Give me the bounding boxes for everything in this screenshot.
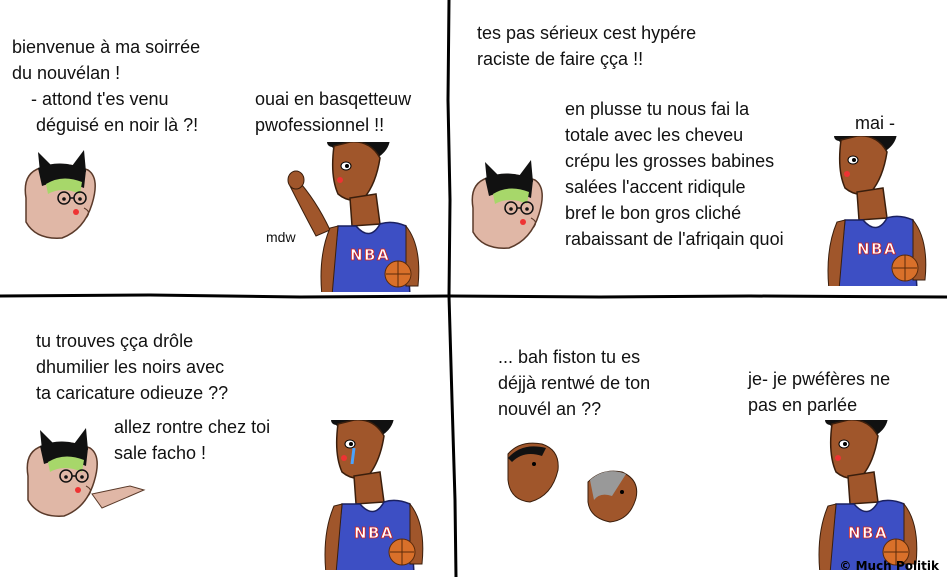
father-character bbox=[507, 442, 559, 503]
cat-speech-line-1: tes pas sérieux cest hypére bbox=[477, 23, 697, 43]
cat-speech-line-6: salées l'accent ridiqule bbox=[565, 177, 746, 197]
cat-speech-line-2: dhumilier les noirs avec bbox=[36, 357, 225, 377]
comic-panel-3: tu trouves çça drôle dhumilier les noirs… bbox=[0, 300, 453, 577]
guy-speech-line-1: ouai en basqetteuw bbox=[255, 89, 412, 109]
comic-panel-2: tes pas sérieux cest hypére raciste de f… bbox=[451, 0, 947, 294]
cat-speech-line-3: ta caricature odieuze ?? bbox=[36, 383, 229, 403]
parent-speech-line-3: nouvél an ?? bbox=[498, 399, 602, 419]
comic-panel-4: ... bah fiston tu es déjjà rentwé de ton… bbox=[458, 300, 947, 577]
basketball-guy-character bbox=[827, 136, 927, 286]
parent-speech-line-2: déjjà rentwé de ton bbox=[498, 373, 651, 393]
cat-speech-line-4: totale avec les cheveu bbox=[565, 125, 744, 145]
cat-speech-line-2: raciste de faire çça !! bbox=[477, 49, 644, 69]
author-credit: © Much Politik bbox=[839, 559, 939, 573]
cat-pointing-character bbox=[26, 428, 146, 517]
cat-speech-line-8: rabaissant de l'afriqain quoi bbox=[565, 229, 784, 249]
cat-character bbox=[471, 160, 543, 249]
guy-speech-line-1: je- je pwéfères ne bbox=[748, 369, 891, 389]
cat-speech-line-4: déguisé en noir là ?! bbox=[36, 115, 199, 135]
cat-speech-line-7: bref le bon gros cliché bbox=[565, 203, 742, 223]
cat-speech-line-1: tu trouves çça drôle bbox=[36, 331, 194, 351]
cat-speech-line-5: crépu les grosses babines bbox=[565, 151, 775, 171]
basketball-guy-crying-character bbox=[324, 420, 424, 570]
mother-character bbox=[587, 470, 638, 523]
guy-speech-line-2: pas en parlée bbox=[748, 395, 858, 415]
cat-character bbox=[24, 150, 96, 239]
basketball-guy-character bbox=[320, 142, 420, 292]
cat-speech-line-3: en plusse tu nous fai la bbox=[565, 99, 750, 119]
guy-speech-line: mai - bbox=[855, 113, 895, 133]
cat-speech-line-3: - attond t'es venu bbox=[26, 89, 169, 109]
comic-panel-1: bienvenue à ma soirrée du nouvélan ! - a… bbox=[0, 0, 447, 294]
cat-speech-line-1: bienvenue à ma soirrée bbox=[12, 37, 201, 57]
parent-speech-line-1: ... bah fiston tu es bbox=[498, 347, 641, 367]
guy-speech-line-2: pwofessionnel !! bbox=[255, 115, 385, 135]
cat-speech-line-2: du nouvélan ! bbox=[12, 63, 121, 83]
basketball-guy-character bbox=[818, 420, 918, 570]
